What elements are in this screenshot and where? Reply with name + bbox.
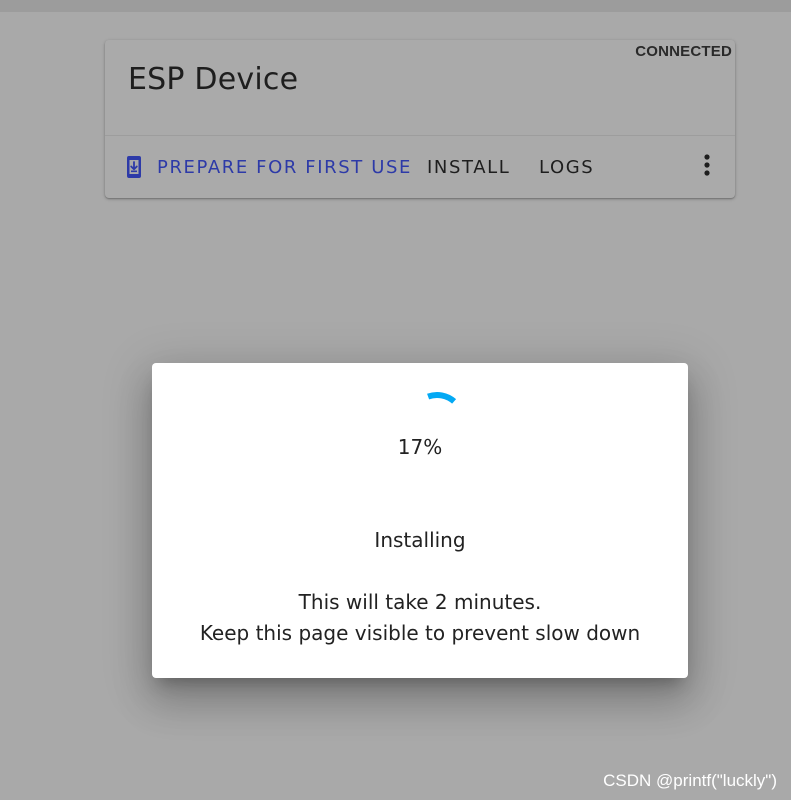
- logs-button[interactable]: LOGS: [539, 154, 594, 180]
- device-card: CONNECTED ESP Device PREPARE FOR FIRST U…: [105, 40, 735, 198]
- install-button[interactable]: INSTALL: [427, 154, 510, 180]
- watermark: CSDN @printf("luckly"): [603, 771, 777, 790]
- connection-status-label: CONNECTED: [635, 43, 732, 60]
- top-bar: [0, 0, 791, 12]
- install-device-icon: [125, 155, 143, 179]
- device-title: ESP Device: [128, 62, 299, 97]
- install-progress-dialog: 17% Installing This will take 2 minutes.…: [152, 363, 688, 678]
- status-message-line-1: This will take 2 minutes.: [298, 590, 542, 614]
- status-title: Installing: [374, 528, 466, 552]
- prepare-for-first-use-label: PREPARE FOR FIRST USE: [157, 156, 412, 178]
- status-message-line-2: Keep this page visible to prevent slow d…: [199, 621, 641, 645]
- more-menu-button[interactable]: [695, 154, 719, 180]
- more-vertical-icon: [703, 153, 711, 181]
- progress-percent: 17%: [397, 435, 443, 459]
- prepare-for-first-use-button[interactable]: PREPARE FOR FIRST USE: [125, 154, 412, 180]
- card-actions: PREPARE FOR FIRST USE INSTALL LOGS: [105, 136, 735, 198]
